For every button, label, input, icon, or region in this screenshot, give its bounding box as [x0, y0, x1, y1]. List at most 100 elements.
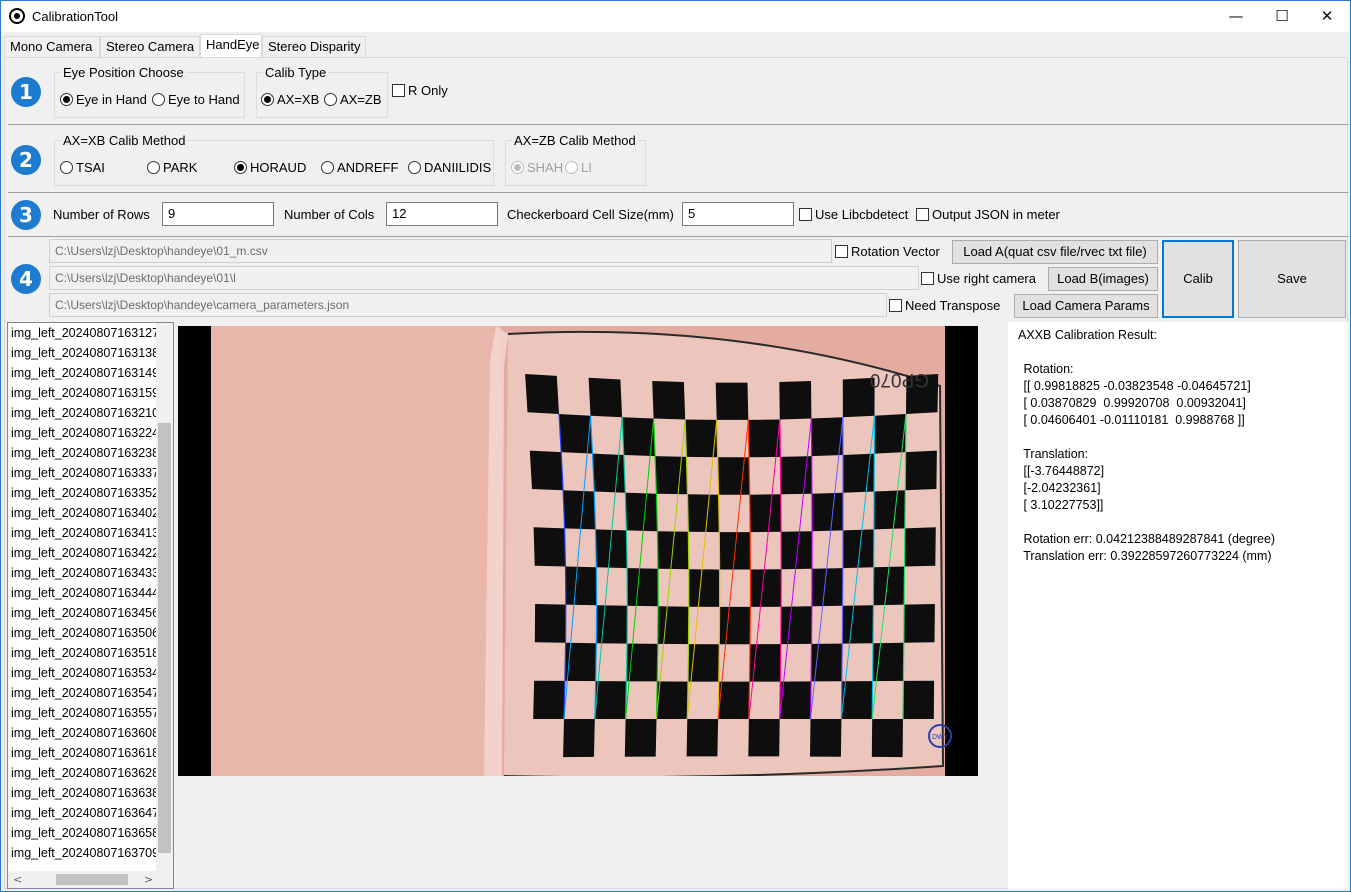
- close-button[interactable]: ✕: [1304, 1, 1350, 32]
- list-item[interactable]: img_left_20240807163506: [8, 623, 157, 643]
- daniilidis-radio[interactable]: DANIILIDIS: [408, 160, 491, 176]
- list-item[interactable]: img_left_20240807163456: [8, 603, 157, 623]
- cell-size-input[interactable]: 5: [682, 202, 794, 226]
- step-1-badge: 1: [11, 77, 41, 107]
- list-item[interactable]: img_left_20240807163618: [8, 743, 157, 763]
- daniilidis-label: DANIILIDIS: [424, 160, 492, 175]
- libcbdetect-checkbox[interactable]: Use Libcbdetect: [799, 207, 908, 223]
- path-b-field[interactable]: C:\Users\lzj\Desktop\handeye\01\l: [49, 266, 919, 290]
- vertical-scroll-thumb[interactable]: [158, 423, 171, 853]
- checker-square: [719, 606, 751, 645]
- path-a-field[interactable]: C:\Users\lzj\Desktop\handeye\01_m.csv: [49, 239, 832, 263]
- horizontal-scroll-thumb[interactable]: [56, 874, 128, 885]
- checker-square: [749, 494, 782, 533]
- checkbox-icon: [916, 208, 929, 221]
- shah-radio[interactable]: SHAH: [511, 160, 563, 176]
- shah-label: SHAH: [527, 160, 564, 175]
- list-item[interactable]: img_left_20240807163149: [8, 363, 157, 383]
- list-item[interactable]: img_left_20240807163433: [8, 563, 157, 583]
- park-radio[interactable]: PARK: [147, 160, 197, 176]
- checker-square: [596, 605, 628, 644]
- checker-square: [652, 381, 686, 420]
- checker-square: [903, 680, 935, 719]
- checker-square: [871, 719, 903, 758]
- step-2-badge: 2: [11, 145, 41, 175]
- list-item[interactable]: img_left_20240807163709: [8, 843, 157, 863]
- eye-to-hand-label: Eye to Hand: [168, 92, 240, 107]
- list-item[interactable]: img_left_20240807163628: [8, 763, 157, 783]
- json-meter-checkbox[interactable]: Output JSON in meter: [916, 207, 1060, 223]
- checker-square: [842, 605, 874, 644]
- list-item[interactable]: img_left_20240807163127: [8, 323, 157, 343]
- radio-selected-icon: [234, 161, 247, 174]
- checker-square: [688, 569, 720, 607]
- list-item[interactable]: img_left_20240807163402: [8, 503, 157, 523]
- ax-zb-radio[interactable]: AX=ZB: [324, 92, 382, 108]
- checkbox-icon: [799, 208, 812, 221]
- checker-square: [903, 604, 935, 643]
- title-bar: CalibrationTool — ☐ ✕: [1, 1, 1350, 32]
- horizontal-scrollbar[interactable]: < >: [8, 871, 173, 888]
- vertical-scrollbar[interactable]: [156, 323, 173, 871]
- checker-square: [779, 681, 812, 719]
- list-item[interactable]: img_left_20240807163210: [8, 403, 157, 423]
- cols-input[interactable]: 12: [386, 202, 498, 226]
- list-item[interactable]: img_left_20240807163138: [8, 343, 157, 363]
- result-line: [-2.04232361]: [1020, 481, 1101, 495]
- list-item[interactable]: img_left_20240807163647: [8, 803, 157, 823]
- list-item[interactable]: img_left_20240807163224: [8, 423, 157, 443]
- rotation-vector-checkbox[interactable]: Rotation Vector: [835, 244, 940, 260]
- calib-button[interactable]: Calib: [1162, 240, 1234, 318]
- list-item[interactable]: img_left_20240807163658: [8, 823, 157, 843]
- rows-input[interactable]: 9: [162, 202, 274, 226]
- list-item[interactable]: img_left_20240807163159: [8, 383, 157, 403]
- tab-mono-camera[interactable]: Mono Camera: [4, 36, 100, 57]
- checkbox-icon: [921, 272, 934, 285]
- right-camera-checkbox[interactable]: Use right camera: [921, 271, 1036, 287]
- load-a-button[interactable]: Load A(quat csv file/rvec txt file): [952, 240, 1158, 264]
- list-item[interactable]: img_left_20240807163337: [8, 463, 157, 483]
- li-radio[interactable]: LI: [565, 160, 592, 176]
- load-camera-params-button[interactable]: Load Camera Params: [1014, 294, 1158, 318]
- checker-square: [525, 374, 559, 414]
- need-transpose-checkbox[interactable]: Need Transpose: [889, 298, 1000, 314]
- list-item[interactable]: img_left_20240807163534: [8, 663, 157, 683]
- checker-square: [686, 719, 719, 757]
- load-b-button[interactable]: Load B(images): [1048, 267, 1158, 291]
- list-item[interactable]: img_left_20240807163422: [8, 543, 157, 563]
- list-item[interactable]: img_left_20240807163547: [8, 683, 157, 703]
- tsai-radio[interactable]: TSAI: [60, 160, 105, 176]
- radio-icon: [565, 161, 578, 174]
- maximize-button[interactable]: ☐: [1259, 1, 1305, 32]
- andreff-radio[interactable]: ANDREFF: [321, 160, 398, 176]
- list-item[interactable]: img_left_20240807163238: [8, 443, 157, 463]
- eye-in-hand-radio[interactable]: Eye in Hand: [60, 92, 147, 108]
- scroll-left-icon[interactable]: <: [13, 873, 22, 886]
- list-item[interactable]: img_left_20240807163608: [8, 723, 157, 743]
- tab-handeye[interactable]: HandEye: [200, 34, 262, 57]
- r-only-checkbox[interactable]: R Only: [392, 83, 448, 99]
- checker-square: [873, 490, 906, 530]
- tab-stereo-camera[interactable]: Stereo Camera: [100, 36, 200, 57]
- save-button[interactable]: Save: [1238, 240, 1346, 318]
- scroll-right-icon[interactable]: >: [144, 873, 153, 886]
- horaud-radio[interactable]: HORAUD: [234, 160, 306, 176]
- minimize-button[interactable]: —: [1213, 1, 1259, 32]
- eye-to-hand-radio[interactable]: Eye to Hand: [152, 92, 240, 108]
- checker-square: [779, 381, 812, 420]
- list-item[interactable]: img_left_20240807163518: [8, 643, 157, 663]
- list-item[interactable]: img_left_20240807163444: [8, 583, 157, 603]
- eye-position-title: Eye Position Choose: [61, 65, 186, 80]
- list-item[interactable]: img_left_20240807163352: [8, 483, 157, 503]
- list-item[interactable]: img_left_20240807163557: [8, 703, 157, 723]
- list-item[interactable]: img_left_20240807163638: [8, 783, 157, 803]
- ax-xb-radio[interactable]: AX=XB: [261, 92, 319, 108]
- tab-stereo-disparity[interactable]: Stereo Disparity: [262, 36, 366, 57]
- camera-params-field[interactable]: C:\Users\lzj\Desktop\handeye\camera_para…: [49, 293, 887, 317]
- checker-square: [588, 377, 623, 418]
- list-item[interactable]: img_left_20240807163413: [8, 523, 157, 543]
- result-line: AXXB Calibration Result:: [1018, 328, 1157, 342]
- checker-square: [594, 681, 627, 719]
- image-file-list[interactable]: img_left_20240807163127 img_left_20240807…: [7, 322, 174, 889]
- checker-square: [842, 377, 875, 418]
